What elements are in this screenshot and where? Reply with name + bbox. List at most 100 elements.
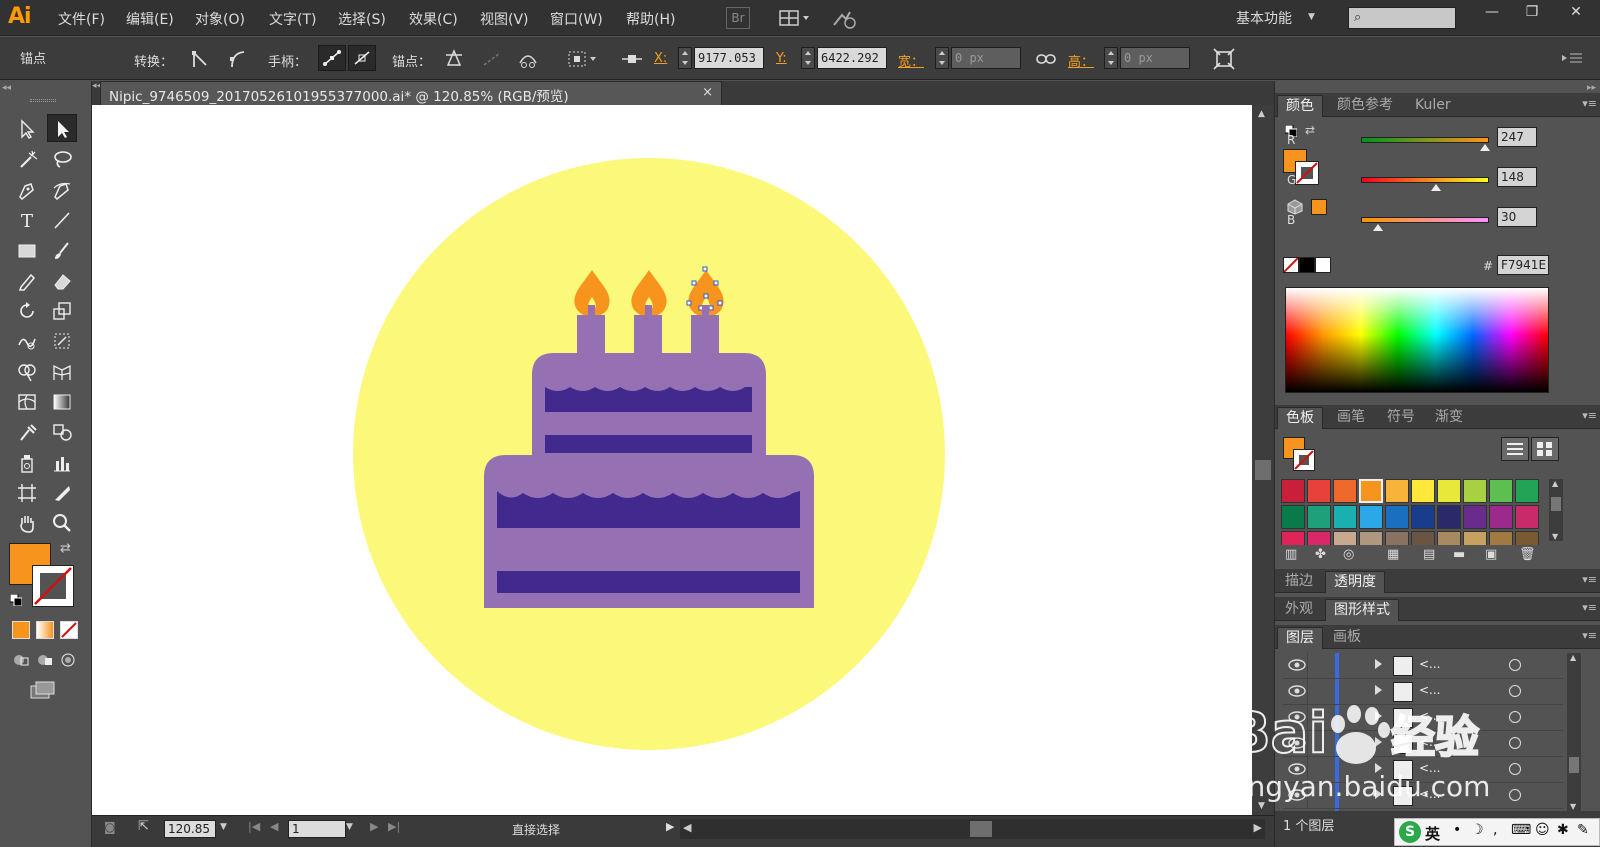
shape-builder-tool[interactable]	[12, 358, 42, 386]
cut-path-icon[interactable]	[516, 47, 540, 71]
last-artboard-icon[interactable]: ▶|	[388, 820, 400, 833]
target-circle-icon[interactable]	[1509, 711, 1521, 723]
stroke-swatch[interactable]	[32, 565, 74, 607]
next-artboard-icon[interactable]: ▶	[370, 820, 378, 833]
lock-column[interactable]	[1307, 731, 1308, 757]
b-slider-knob[interactable]	[1373, 224, 1383, 231]
eraser-tool[interactable]	[47, 267, 77, 295]
artboard-tool[interactable]	[12, 479, 42, 507]
scroll-up-icon[interactable]: ▲	[1552, 479, 1558, 488]
draw-behind-button[interactable]	[36, 652, 54, 668]
ime-skin-icon[interactable]: ✱	[1557, 822, 1569, 838]
tab-stroke[interactable]: 描边	[1277, 571, 1321, 593]
swatch-chip[interactable]	[1411, 505, 1435, 529]
convert-to-corner-icon[interactable]	[188, 47, 212, 71]
convert-to-smooth-icon[interactable]	[226, 47, 250, 71]
gradient-tool[interactable]	[47, 388, 77, 416]
menu-select[interactable]: 选择(S)	[338, 9, 386, 29]
hide-handles-icon[interactable]	[348, 45, 376, 71]
perspective-grid-tool[interactable]	[47, 358, 77, 386]
panel-menu-icon[interactable]: ▾≡	[1582, 573, 1597, 586]
tab-layers[interactable]: 图层	[1277, 627, 1323, 649]
magic-wand-tool[interactable]	[12, 145, 42, 173]
constrain-proportions-icon[interactable]	[1034, 47, 1058, 71]
panel-grip[interactable]	[30, 99, 56, 102]
slice-tool[interactable]	[47, 479, 77, 507]
swatch-chip[interactable]	[1333, 479, 1357, 503]
tab-gradient[interactable]: 渐变	[1427, 407, 1471, 429]
layer-name[interactable]: <...	[1419, 657, 1441, 671]
swatch-chip[interactable]	[1359, 531, 1383, 545]
expand-triangle-icon[interactable]	[1375, 659, 1382, 669]
ime-keyboard-icon[interactable]: ⌨	[1511, 822, 1531, 838]
vertical-scrollbar[interactable]: ▲ ▼	[1252, 105, 1274, 815]
paintbrush-tool[interactable]	[47, 237, 77, 265]
draw-normal-button[interactable]	[12, 652, 30, 668]
lock-column[interactable]	[1307, 705, 1308, 731]
lasso-tool[interactable]	[47, 145, 77, 173]
layer-row[interactable]: <...	[1283, 679, 1563, 705]
close-window-button[interactable]: ✕	[1556, 1, 1596, 23]
horizontal-scrollbar[interactable]: ◀ ▶	[680, 819, 1265, 839]
swatch-chip[interactable]	[1437, 505, 1461, 529]
width-field[interactable]: 0 px	[951, 47, 1021, 69]
candle-left[interactable]	[577, 315, 605, 355]
scroll-right-icon[interactable]: ▶	[1254, 821, 1262, 834]
layer-row[interactable]: <...	[1283, 731, 1563, 757]
target-circle-icon[interactable]	[1509, 659, 1521, 671]
vertical-scroll-thumb[interactable]	[1255, 460, 1271, 480]
symbol-sprayer-tool[interactable]	[12, 449, 42, 477]
scroll-down-icon[interactable]: ▼	[1552, 532, 1558, 541]
swatch-scroll-thumb[interactable]	[1551, 497, 1561, 511]
swatch-chip[interactable]	[1281, 531, 1305, 545]
layers-scrollbar[interactable]: ▲ ▼	[1567, 653, 1581, 811]
menu-window[interactable]: 窗口(W)	[550, 9, 603, 29]
zoom-field[interactable]: 120.85	[164, 820, 216, 838]
swatch-libraries-icon[interactable]: ▥	[1285, 547, 1297, 562]
selection-tool[interactable]	[12, 115, 42, 143]
gradient-mode-button[interactable]	[36, 621, 54, 639]
panel-menu-icon[interactable]: ▾≡	[1582, 629, 1597, 642]
swatch-chip[interactable]	[1307, 479, 1331, 503]
swatch-chip[interactable]	[1463, 505, 1487, 529]
swatch-chip[interactable]	[1359, 479, 1383, 503]
candle-middle[interactable]	[634, 315, 662, 355]
remove-anchor-icon[interactable]	[442, 47, 466, 71]
rotate-tool[interactable]	[12, 297, 42, 325]
layers-scroll-thumb[interactable]	[1569, 757, 1579, 773]
none-color-chip[interactable]	[1283, 257, 1299, 273]
chevron-down-icon[interactable]: ▼	[220, 822, 227, 832]
menu-object[interactable]: 对象(O)	[195, 9, 245, 29]
current-tool-status[interactable]: 直接选择	[512, 821, 560, 838]
swatch-chip[interactable]	[1463, 479, 1487, 503]
hex-value-field[interactable]: F7941E	[1497, 255, 1549, 275]
free-transform-tool[interactable]	[47, 327, 77, 355]
default-fill-stroke-icon[interactable]	[9, 593, 23, 607]
type-tool[interactable]: T	[12, 206, 42, 234]
artboard-canvas[interactable]	[92, 105, 1252, 815]
mesh-tool[interactable]	[12, 388, 42, 416]
chevron-down-icon[interactable]: ▼	[1308, 12, 1315, 22]
pen-tool[interactable]	[12, 176, 42, 204]
screen-mode-button[interactable]	[30, 681, 56, 699]
black-color-chip[interactable]	[1299, 257, 1315, 273]
horizontal-scroll-thumb[interactable]	[970, 821, 992, 837]
warp-tool[interactable]	[12, 327, 42, 355]
minimize-button[interactable]: —	[1472, 1, 1512, 23]
swatch-chip[interactable]	[1437, 531, 1461, 545]
top-tier-frosting-band[interactable]	[545, 387, 752, 412]
scroll-up-icon[interactable]: ▲	[1570, 653, 1576, 662]
menu-help[interactable]: 帮助(H)	[626, 9, 675, 29]
swatch-chip[interactable]	[1307, 531, 1331, 545]
layer-name[interactable]: <...	[1419, 709, 1441, 723]
edit-color-icon[interactable]: ▤	[1423, 547, 1435, 562]
scroll-up-icon[interactable]: ▲	[1258, 109, 1265, 119]
sync-settings-icon[interactable]	[830, 7, 858, 29]
lock-column[interactable]	[1307, 653, 1308, 679]
swatch-kinds-icon[interactable]: ✤	[1315, 547, 1326, 562]
panel-menu-icon[interactable]	[1560, 49, 1584, 73]
rectangle-tool[interactable]	[12, 237, 42, 265]
connect-anchors-icon[interactable]	[480, 47, 504, 71]
y-stepper[interactable]	[801, 47, 815, 69]
height-stepper[interactable]	[1104, 47, 1118, 69]
